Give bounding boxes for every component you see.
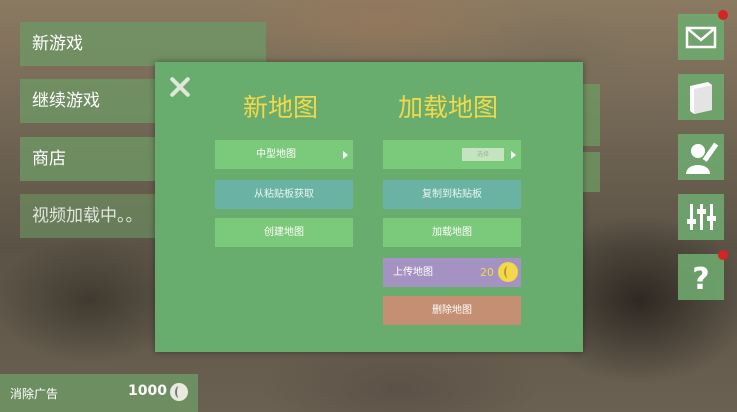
notification-dot: [718, 250, 728, 260]
profile-icon: [686, 142, 719, 174]
upload-map-label: 上传地图: [393, 267, 433, 278]
profile-button[interactable]: [678, 134, 724, 180]
book-button[interactable]: [678, 74, 724, 120]
chevron-right-icon: [343, 151, 348, 159]
map-size-dropdown[interactable]: 中型地图: [215, 140, 353, 169]
close-icon[interactable]: [167, 74, 193, 100]
paste-from-clipboard-button[interactable]: 从粘贴板获取: [215, 180, 353, 209]
load-map-button[interactable]: 加载地图: [383, 218, 521, 247]
coin-icon: [170, 383, 188, 401]
svg-text:?: ?: [692, 262, 709, 297]
delete-map-button[interactable]: 删除地图: [383, 296, 521, 325]
help-icon: ?: [692, 262, 709, 297]
help-button[interactable]: ?: [678, 250, 728, 300]
remove-ads-label: 消除广告: [10, 387, 59, 401]
new-game-button[interactable]: 新游戏: [20, 22, 266, 66]
map-size-label: 中型地图: [256, 149, 296, 160]
map-dialog: 新地图 加载地图 中型地图 从粘贴板获取 创建地图 选择 复制到粘贴板 加载地图…: [155, 62, 583, 352]
create-map-button[interactable]: 创建地图: [215, 218, 353, 247]
notification-dot: [718, 10, 728, 20]
panel-edge: [583, 152, 600, 192]
saved-map-dropdown[interactable]: 选择: [383, 140, 521, 169]
settings-button[interactable]: [678, 194, 724, 240]
coin-icon: [498, 262, 518, 282]
load-map-title: 加载地图: [398, 93, 499, 122]
mail-icon: [685, 26, 717, 49]
upload-map-button[interactable]: 上传地图 20: [383, 258, 521, 287]
map-select-chip: 选择: [462, 148, 504, 161]
remove-ads-cost: 1000: [128, 383, 167, 399]
remove-ads-button[interactable]: 消除广告 1000: [0, 374, 198, 412]
mail-button[interactable]: [678, 10, 728, 60]
new-map-title: 新地图: [243, 93, 319, 122]
copy-to-clipboard-button[interactable]: 复制到粘贴板: [383, 180, 521, 209]
panel-edge: [583, 84, 600, 146]
chevron-right-icon: [511, 151, 516, 159]
upload-cost: 20: [480, 266, 494, 279]
book-icon: [690, 82, 712, 114]
settings-sliders-icon: [687, 204, 716, 230]
